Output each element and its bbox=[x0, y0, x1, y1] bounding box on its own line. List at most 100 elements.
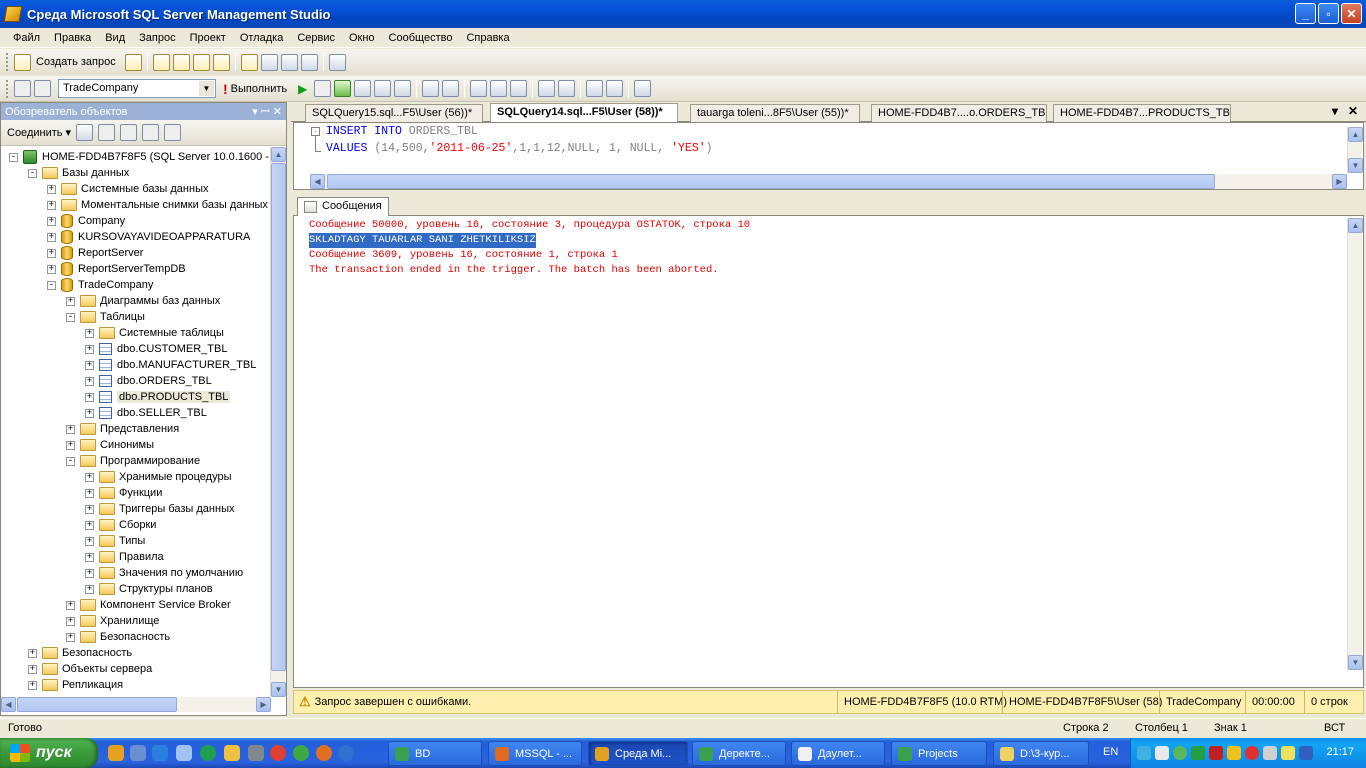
tree-node-db-kursovaya[interactable]: + KURSOVAYAVIDEOAPPARATURA bbox=[47, 229, 250, 245]
tree-node-snapshots[interactable]: + Моментальные снимки базы данных bbox=[47, 197, 268, 213]
activity-monitor-icon[interactable] bbox=[328, 53, 346, 71]
new-file-icon[interactable] bbox=[124, 53, 142, 71]
specify-template-icon[interactable] bbox=[634, 80, 652, 97]
tree-node-server-security[interactable]: + Безопасность bbox=[28, 645, 132, 661]
messages-pane[interactable]: Сообщение 50000, уровень 16, состояние 3… bbox=[293, 216, 1364, 688]
tray-app-icon[interactable] bbox=[1155, 746, 1169, 760]
messages-vertical-scrollbar[interactable]: ▲ ▼ bbox=[1347, 218, 1363, 670]
connect-dropdown[interactable]: Соединить ▾ bbox=[7, 126, 71, 139]
expand-icon[interactable]: + bbox=[47, 216, 56, 226]
tree-node-system-databases[interactable]: + Системные базы данных bbox=[47, 181, 208, 197]
toolbar-grip[interactable] bbox=[6, 53, 9, 71]
tray-sql-agent-icon[interactable] bbox=[1191, 746, 1205, 760]
connect-server-icon[interactable] bbox=[76, 124, 94, 141]
tree-node-table-orders[interactable]: + dbo.ORDERS_TBL bbox=[85, 373, 212, 389]
decrease-indent-icon[interactable] bbox=[586, 80, 604, 97]
expand-icon[interactable]: + bbox=[85, 344, 94, 354]
close-button[interactable]: ✕ bbox=[1341, 3, 1362, 24]
task-projects[interactable]: Projects bbox=[891, 741, 987, 766]
tree-node-db-reportservertemp[interactable]: + ReportServerTempDB bbox=[47, 261, 186, 277]
tree-node-server-objects[interactable]: + Объекты сервера bbox=[28, 661, 152, 677]
language-indicator[interactable]: EN bbox=[1103, 746, 1118, 758]
disconnect-server-icon[interactable] bbox=[98, 124, 116, 141]
tree-node-rules[interactable]: + Правила bbox=[85, 549, 164, 565]
sqlce-query-icon[interactable] bbox=[212, 53, 230, 71]
menu-query[interactable]: Запрос bbox=[132, 32, 182, 44]
tree-node-table-manufacturer[interactable]: + dbo.MANUFACTURER_TBL bbox=[85, 357, 256, 373]
disconnect-icon[interactable] bbox=[34, 80, 51, 97]
tab-tauarga-toleni[interactable]: tauarga toleni...8F5\User (55))* bbox=[690, 104, 860, 122]
stop-icon[interactable] bbox=[120, 124, 138, 141]
scroll-thumb[interactable] bbox=[271, 163, 286, 671]
panel-controls-glyphs[interactable]: ▾ ꟷ ✕ bbox=[252, 104, 282, 119]
toolbar-grip[interactable] bbox=[6, 79, 9, 98]
tree-node-db-triggers[interactable]: + Триггеры базы данных bbox=[85, 501, 234, 517]
sql-editor[interactable]: - INSERT INTO ORDERS_TBL VALUES (14,500,… bbox=[293, 122, 1364, 190]
scroll-up-icon[interactable]: ▲ bbox=[1348, 127, 1363, 142]
expand-icon[interactable]: + bbox=[85, 472, 94, 482]
tray-app2-icon[interactable] bbox=[1263, 746, 1277, 760]
scroll-right-icon[interactable]: ▶ bbox=[1332, 174, 1347, 189]
menu-window[interactable]: Окно bbox=[342, 32, 382, 44]
results-to-grid-icon[interactable] bbox=[490, 80, 508, 97]
tree-node-types[interactable]: + Типы bbox=[85, 533, 145, 549]
expand-icon[interactable]: + bbox=[28, 664, 37, 674]
expand-icon[interactable]: + bbox=[66, 440, 75, 450]
tree-node-databases[interactable]: - Базы данных bbox=[28, 165, 129, 181]
quicklaunch-browser-icon[interactable] bbox=[338, 745, 354, 761]
tree-node-service-broker[interactable]: + Компонент Service Broker bbox=[66, 597, 231, 613]
dmx-query-icon[interactable] bbox=[172, 53, 190, 71]
start-button[interactable]: пуск bbox=[0, 738, 98, 768]
tray-app3-icon[interactable] bbox=[1281, 746, 1295, 760]
increase-indent-icon[interactable] bbox=[606, 80, 624, 97]
tab-sqlquery15[interactable]: SQLQuery15.sql...F5\User (56))* bbox=[305, 104, 483, 122]
tree-node-replication[interactable]: + Репликация bbox=[28, 677, 123, 693]
collapse-icon[interactable]: - bbox=[66, 456, 75, 466]
tab-sqlquery14[interactable]: SQLQuery14.sql...F5\User (58))* bbox=[490, 103, 678, 123]
database-select[interactable]: TradeCompany ▼ bbox=[58, 79, 216, 98]
tree-node-db-tradecompany[interactable]: - TradeCompany bbox=[47, 277, 153, 293]
task-folder-d[interactable]: D:\3-кур... bbox=[993, 741, 1089, 766]
tree-node-system-tables[interactable]: + Системные таблицы bbox=[85, 325, 224, 341]
minimize-button[interactable]: _ bbox=[1295, 3, 1316, 24]
save-icon[interactable] bbox=[280, 53, 298, 71]
outline-collapse-icon[interactable]: - bbox=[311, 127, 320, 136]
quicklaunch-editor-icon[interactable] bbox=[224, 745, 240, 761]
expand-icon[interactable]: + bbox=[66, 600, 75, 610]
comment-icon[interactable] bbox=[538, 80, 556, 97]
tree-node-functions[interactable]: + Функции bbox=[85, 485, 162, 501]
window-titlebar[interactable]: Среда Microsoft SQL Server Management St… bbox=[0, 0, 1366, 28]
quicklaunch-desktop-icon[interactable] bbox=[176, 745, 192, 761]
connect-icon[interactable] bbox=[14, 80, 31, 97]
results-to-text-icon[interactable] bbox=[470, 80, 488, 97]
client-stats-icon[interactable] bbox=[442, 80, 460, 97]
xmla-query-icon[interactable] bbox=[192, 53, 210, 71]
debug-play-icon[interactable]: ▶ bbox=[298, 82, 307, 96]
expand-icon[interactable]: + bbox=[66, 632, 75, 642]
expand-icon[interactable]: + bbox=[47, 200, 56, 210]
tree-node-plan-guides[interactable]: + Структуры планов bbox=[85, 581, 213, 597]
tree-horizontal-scrollbar[interactable]: ◀ ▶ bbox=[1, 697, 271, 712]
expand-icon[interactable]: + bbox=[85, 536, 94, 546]
specify-values-icon[interactable] bbox=[394, 80, 412, 97]
scroll-left-icon[interactable]: ◀ bbox=[310, 174, 325, 189]
expand-icon[interactable]: + bbox=[85, 504, 94, 514]
tree-node-table-products[interactable]: + dbo.PRODUCTS_TBL bbox=[85, 389, 231, 405]
task-daulet[interactable]: Даулет... bbox=[791, 741, 885, 766]
menu-community[interactable]: Сообщество bbox=[382, 32, 460, 44]
menu-tools[interactable]: Сервис bbox=[290, 32, 342, 44]
expand-icon[interactable]: + bbox=[47, 248, 56, 258]
task-ssms[interactable]: Среда Mi... bbox=[588, 741, 688, 766]
execute-button[interactable]: ! Выполнить bbox=[223, 81, 287, 97]
open-file-icon[interactable] bbox=[240, 53, 258, 71]
quicklaunch-app-icon[interactable] bbox=[108, 745, 124, 761]
panel-controls[interactable]: ▾ ꟷ ✕ bbox=[252, 104, 282, 119]
scroll-left-icon[interactable]: ◀ bbox=[1, 697, 16, 712]
tray-network-icon[interactable] bbox=[1137, 746, 1151, 760]
editor-vertical-scrollbar[interactable]: ▲ ▼ bbox=[1347, 127, 1363, 173]
tree-node-db-company[interactable]: + Company bbox=[47, 213, 125, 229]
tray-volume-icon[interactable] bbox=[1299, 746, 1313, 760]
tree-node-views[interactable]: + Представления bbox=[66, 421, 179, 437]
tree-node-db-security[interactable]: + Безопасность bbox=[66, 629, 170, 645]
expand-icon[interactable]: + bbox=[66, 296, 75, 306]
